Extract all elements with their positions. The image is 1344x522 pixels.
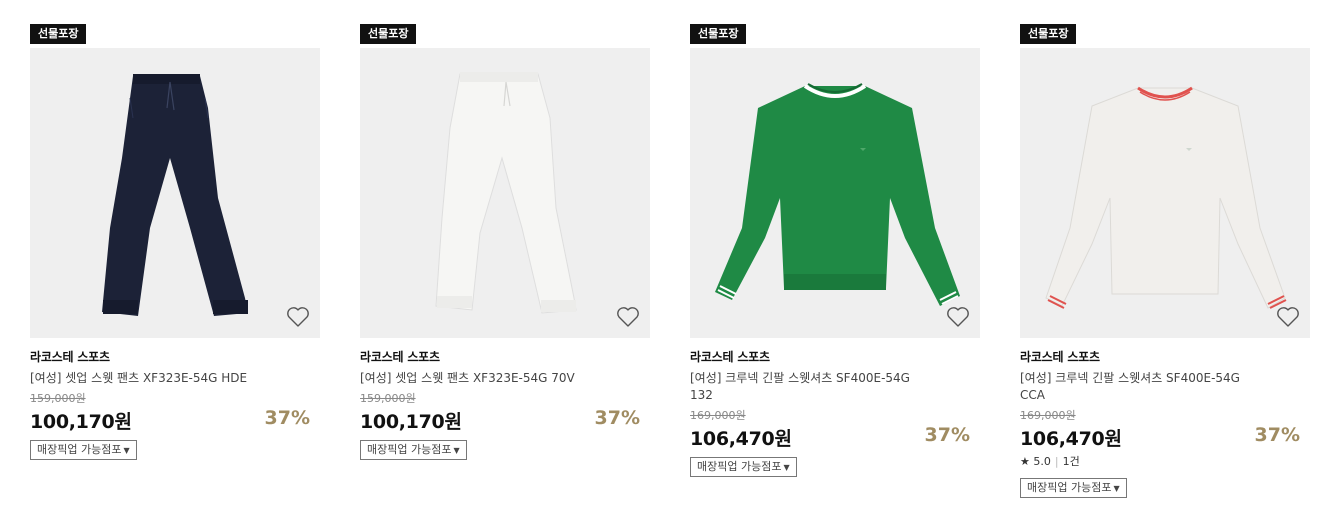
original-price: 169,000원	[690, 409, 746, 422]
review-count: 1건	[1062, 455, 1080, 468]
gift-wrap-badge: 선물포장	[360, 24, 417, 44]
caret-down-icon: ▼	[783, 463, 790, 472]
heart-icon[interactable]	[946, 306, 970, 328]
store-pickup-label: 매장픽업 가능점포	[367, 443, 452, 456]
product-image[interactable]	[360, 48, 650, 338]
rating-summary[interactable]: ★ 5.0 | 1건	[1020, 453, 1310, 469]
product-name[interactable]: [여성] 셋업 스웻 팬츠 XF323E-54G 70V	[360, 370, 595, 387]
store-pickup-dropdown[interactable]: 매장픽업 가능점포 ▼	[30, 440, 137, 460]
white-sweatshirt-image	[1045, 86, 1287, 309]
brand-name: 라코스테 스포츠	[360, 350, 440, 364]
product-image[interactable]	[1020, 48, 1310, 338]
store-pickup-label: 매장픽업 가능점포	[697, 460, 782, 473]
discount-rate: 37%	[1254, 424, 1300, 446]
store-pickup-dropdown[interactable]: 매장픽업 가능점포 ▼	[1020, 478, 1127, 498]
store-pickup-label: 매장픽업 가능점포	[37, 443, 122, 456]
sale-price: 100,170원	[360, 411, 462, 433]
product-name[interactable]: [여성] 셋업 스웻 팬츠 XF323E-54G HDE	[30, 370, 265, 387]
gift-wrap-badge: 선물포장	[1020, 24, 1077, 44]
product-image[interactable]	[690, 48, 980, 338]
store-pickup-dropdown[interactable]: 매장픽업 가능점포 ▼	[690, 457, 797, 477]
brand-name: 라코스테 스포츠	[30, 350, 110, 364]
caret-down-icon: ▼	[123, 446, 130, 455]
white-sweatpants-image	[435, 72, 577, 314]
caret-down-icon: ▼	[453, 446, 460, 455]
gift-wrap-badge: 선물포장	[690, 24, 747, 44]
divider: |	[1054, 455, 1059, 468]
product-card[interactable]: 선물포장 라코스테 스포츠 [여성] 셋업 스웻 팬츠 XF323E-54G 7…	[360, 22, 650, 460]
brand-name: 라코스테 스포츠	[1020, 350, 1100, 364]
green-sweatshirt-image	[715, 83, 960, 306]
sale-price: 106,470원	[1020, 428, 1122, 450]
discount-rate: 37%	[594, 407, 640, 429]
product-image[interactable]	[30, 48, 320, 338]
store-pickup-dropdown[interactable]: 매장픽업 가능점포 ▼	[360, 440, 467, 460]
product-name[interactable]: [여성] 크루넥 긴팔 스웻셔츠 SF400E-54G 132	[690, 370, 925, 404]
heart-icon[interactable]	[616, 306, 640, 328]
sale-price: 106,470원	[690, 428, 792, 450]
heart-icon[interactable]	[1276, 306, 1300, 328]
sale-price: 100,170원	[30, 411, 132, 433]
store-pickup-label: 매장픽업 가능점포	[1027, 481, 1112, 494]
product-card[interactable]: 선물포장 라코스테 스포츠 [여성] 크루넥 긴팔 스웻셔츠 SF400E-54…	[1020, 22, 1310, 498]
product-card[interactable]: 선물포장 라코스테 스포츠 [여성] 셋업 스웻 팬츠 XF323E-54G H…	[30, 22, 320, 460]
original-price: 169,000원	[1020, 409, 1076, 422]
discount-rate: 37%	[264, 407, 310, 429]
discount-rate: 37%	[924, 424, 970, 446]
product-card[interactable]: 선물포장 라코스테 스포츠 [여성] 크루넥 긴팔 스웻셔츠 SF400E-54…	[690, 22, 980, 477]
product-name[interactable]: [여성] 크루넥 긴팔 스웻셔츠 SF400E-54G CCA	[1020, 370, 1255, 404]
caret-down-icon: ▼	[1113, 484, 1120, 493]
original-price: 159,000원	[30, 392, 86, 405]
rating-score: ★ 5.0	[1020, 455, 1051, 468]
navy-sweatpants-image	[102, 74, 248, 316]
heart-icon[interactable]	[286, 306, 310, 328]
brand-name: 라코스테 스포츠	[690, 350, 770, 364]
original-price: 159,000원	[360, 392, 416, 405]
gift-wrap-badge: 선물포장	[30, 24, 87, 44]
